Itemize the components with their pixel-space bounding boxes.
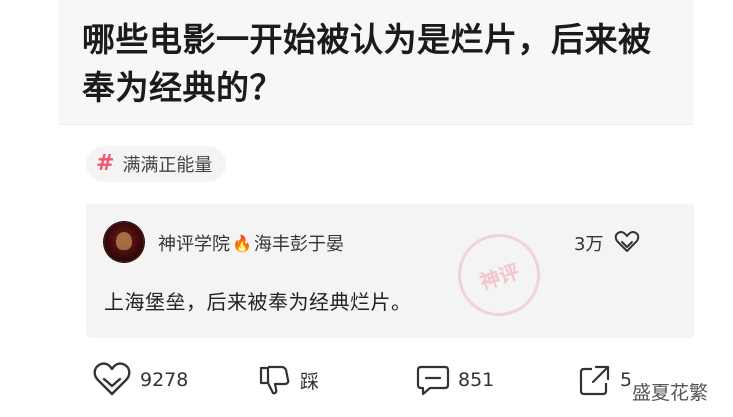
comment-author[interactable]: 神评学院 🔥 海丰彭于晏 [158, 230, 344, 256]
like-button[interactable]: 9278 [92, 360, 188, 400]
comment-button[interactable]: 851 [416, 360, 494, 400]
avatar[interactable] [104, 222, 144, 262]
watermark-label: 盛夏花繁 [630, 378, 711, 405]
dislike-button[interactable]: 踩 [258, 360, 319, 400]
like-count: 9278 [140, 369, 189, 391]
dislike-label: 踩 [300, 370, 320, 393]
comment-text: 上海堡垒，后来被奉为经典烂片。 [104, 290, 412, 314]
comment-like-icon[interactable] [614, 230, 640, 254]
fire-icon: 🔥 [232, 233, 252, 253]
thumbs-down-icon [259, 365, 290, 395]
topic-tag-label: 满满正能量 [122, 155, 213, 176]
top-comment-card[interactable]: 神评学院 🔥 海丰彭于晏 神评 3万 上海堡垒，后来被奉为经典烂片。 [86, 204, 694, 338]
author-suffix: 海丰彭于晏 [253, 234, 344, 255]
comment-like-count: 3万 [574, 234, 604, 255]
hash-icon: # [96, 151, 115, 176]
share-button[interactable]: 5 [578, 360, 632, 400]
god-comment-stamp: 神评 [447, 223, 551, 327]
author-prefix: 神评学院 [158, 234, 230, 255]
comment-icon [416, 365, 450, 396]
comment-count: 851 [458, 369, 495, 391]
like-icon [93, 362, 131, 396]
question-card[interactable]: 哪些电影一开始被认为是烂片，后来被奉为经典的？ [58, 0, 694, 125]
question-title[interactable]: 哪些电影一开始被认为是烂片，后来被奉为经典的？ [82, 16, 682, 112]
stamp-label: 神评 [476, 258, 523, 295]
share-icon [579, 365, 610, 396]
action-bar: 9278 踩 851 5 [0, 360, 733, 417]
topic-tag[interactable]: # 满满正能量 [86, 146, 227, 182]
